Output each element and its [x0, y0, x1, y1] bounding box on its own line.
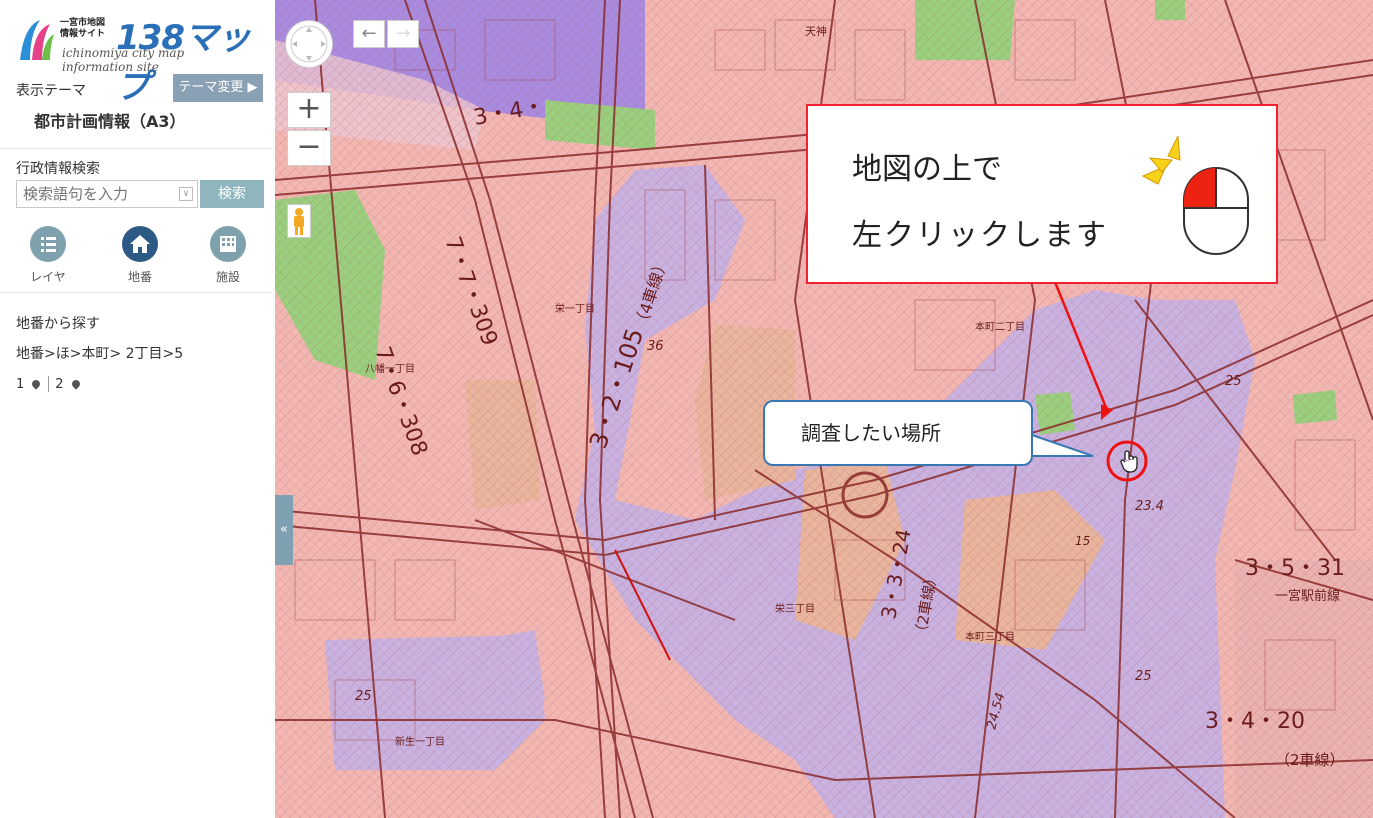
map-pin-icon[interactable] [30, 378, 42, 390]
map-label: （2車線） [1275, 751, 1345, 769]
divider [0, 292, 272, 293]
forward-button[interactable]: → [387, 20, 419, 48]
divider [48, 376, 50, 392]
map-canvas[interactable]: 3・4・ 3・2・105 （4車線） 7・6・308 7・7・309 3・3・2… [275, 0, 1373, 818]
pegman-icon [294, 208, 304, 235]
nav-chiban-label: 地番 [127, 270, 152, 284]
building-icon [210, 226, 246, 262]
map-label: 3・4・20 [1205, 709, 1305, 734]
sidebar: 一宮市地図 情報サイト 138マップ ichinomiya city map i… [0, 0, 272, 818]
callout-line1: 地図の上で [852, 152, 1002, 187]
instruction-callout: 地図の上で 左クリックします [806, 104, 1278, 284]
chiban-heading: 地番から探す [16, 316, 100, 332]
map-label: 本町二丁目 [975, 320, 1025, 333]
nav-layer-label: レイヤ [30, 270, 66, 284]
nav-layer-button[interactable]: レイヤ [18, 226, 78, 285]
mouse-left-click-icon [1183, 167, 1249, 255]
result-item[interactable]: 2 [55, 377, 63, 392]
site-logo[interactable]: 一宮市地図 情報サイト 138マップ ichinomiya city map i… [16, 14, 256, 107]
streetview-pegman-button[interactable] [287, 204, 311, 238]
pan-control[interactable] [285, 20, 333, 68]
zoom-in-button[interactable]: + [287, 92, 331, 128]
map-label: 36 [647, 339, 664, 354]
map-label: 25 [1225, 374, 1242, 389]
logo-mark-icon [20, 20, 54, 60]
zoom-out-button[interactable]: − [287, 130, 331, 166]
theme-label: 表示テーマ [16, 83, 86, 99]
nav-facility-label: 施設 [215, 270, 240, 284]
search-label: 行政情報検索 [16, 161, 100, 177]
list-icon [30, 226, 66, 262]
search-button[interactable]: 検索 [200, 180, 264, 208]
chiban-breadcrumb: 地番>ほ>本町> 2丁目>5 [16, 346, 184, 362]
collapse-sidebar-button[interactable]: « [275, 495, 293, 565]
map-label: 八幡一丁目 [365, 362, 415, 375]
search-input[interactable] [17, 181, 179, 207]
map-label: 天神 [805, 24, 827, 38]
map-label: 栄一丁目 [555, 303, 595, 315]
map-label: 3・5・31 [1245, 556, 1345, 581]
nav-chiban-button[interactable]: 地番 [110, 226, 170, 285]
map-label: 15 [1075, 534, 1090, 548]
map-label: 25 [1135, 669, 1152, 684]
chiban-results: 1 2 [16, 376, 86, 392]
logo-subtitle: ichinomiya city map information site [62, 46, 185, 74]
search-dropdown-icon[interactable]: ∨ [179, 187, 193, 201]
result-item[interactable]: 1 [16, 377, 24, 392]
home-icon [122, 226, 158, 262]
hand-cursor-icon [1120, 450, 1138, 473]
divider [0, 148, 272, 149]
compass-icon [290, 25, 328, 63]
map-label: 栄三丁目 [775, 603, 815, 615]
map-label: 本町三丁目 [965, 630, 1015, 643]
back-button[interactable]: ← [353, 20, 385, 48]
target-location-bubble: 調査したい場所 [763, 400, 1033, 466]
current-theme: 都市計画情報（A3） [34, 112, 186, 131]
callout-line2: 左クリックします [852, 218, 1108, 253]
search-field: ∨ [16, 180, 198, 208]
map-label: 23.4 [1135, 499, 1164, 514]
map-label: 一宮駅前線 [1275, 588, 1340, 604]
logo-small-text: 一宮市地図 情報サイト [60, 18, 106, 39]
nav-facility-button[interactable]: 施設 [198, 226, 258, 285]
map-label: 新生一丁目 [395, 735, 445, 748]
theme-change-button[interactable]: テーマ変更 ▶ [173, 74, 263, 102]
arrow-left-icon: ← [361, 23, 377, 44]
map-label: 25 [355, 689, 372, 704]
map-pin-icon[interactable] [69, 378, 82, 390]
arrow-right-icon: → [395, 23, 411, 44]
